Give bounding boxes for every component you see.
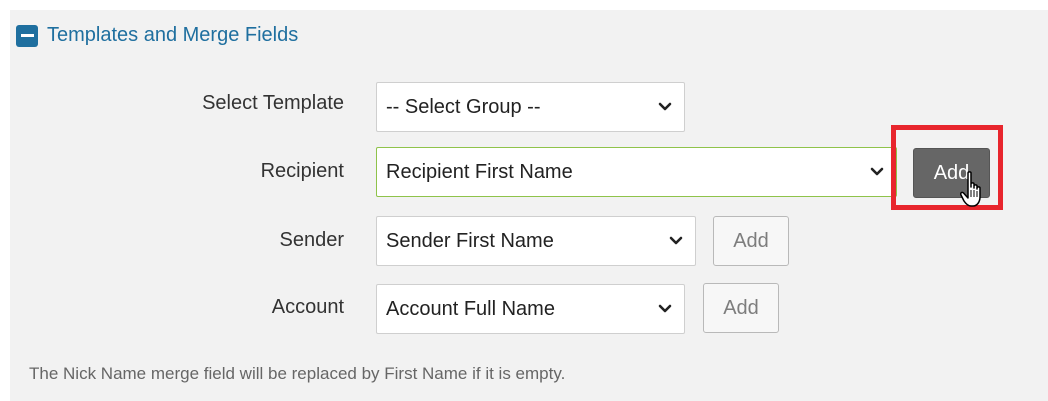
chevron-down-icon (658, 102, 672, 111)
chevron-down-icon (669, 236, 683, 245)
select-template-value: -- Select Group -- (386, 95, 541, 118)
recipient-dropdown[interactable]: Recipient First Name (376, 147, 897, 197)
sender-label: Sender (279, 229, 345, 251)
chevron-down-icon (870, 167, 884, 176)
account-dropdown[interactable]: Account Full Name (376, 284, 685, 334)
account-value: Account Full Name (386, 297, 555, 320)
chevron-down-icon (658, 304, 672, 313)
section-header[interactable]: Templates and Merge Fields (16, 24, 298, 47)
minus-square-icon[interactable] (16, 24, 38, 47)
sender-value: Sender First Name (386, 229, 554, 252)
recipient-label: Recipient (260, 160, 344, 182)
section-title: Templates and Merge Fields (47, 24, 299, 46)
recipient-value: Recipient First Name (386, 160, 573, 183)
sender-add-button[interactable]: Add (713, 216, 789, 266)
select-template-dropdown[interactable]: -- Select Group -- (376, 82, 685, 132)
sender-dropdown[interactable]: Sender First Name (376, 216, 696, 266)
account-label: Account (271, 296, 344, 318)
merge-field-note: The Nick Name merge field will be replac… (29, 364, 566, 383)
select-template-label: Select Template (202, 92, 344, 114)
account-add-button[interactable]: Add (703, 283, 779, 333)
highlight-box (891, 125, 1003, 210)
hand-cursor-icon (960, 171, 981, 207)
